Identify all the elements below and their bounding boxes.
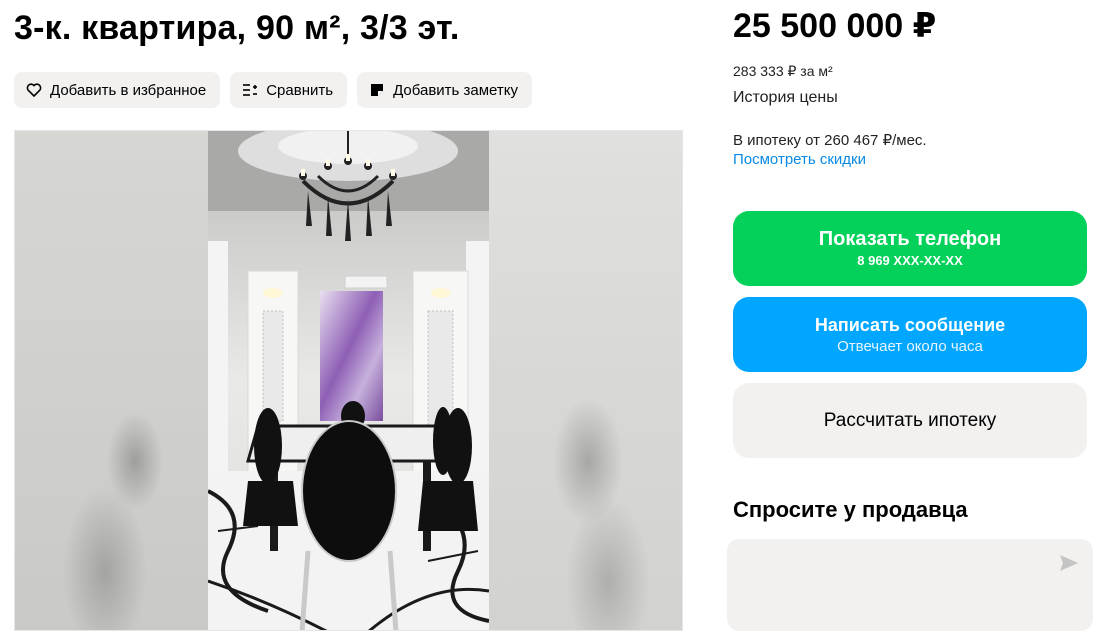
listing-actions: Добавить в избранное Сравнить Добавить з… [14, 72, 532, 108]
response-time: Отвечает около часа [837, 338, 983, 355]
show-phone-button[interactable]: Показать телефон 8 969 XXX-XX-XX [733, 211, 1087, 286]
add-to-favorites-button[interactable]: Добавить в избранное [14, 72, 221, 108]
calculate-mortgage-label: Рассчитать ипотеку [823, 409, 997, 431]
write-message-label: Написать сообщение [814, 315, 1006, 335]
photo-blur-left [15, 131, 208, 630]
dining-room-photo-image [208, 131, 489, 630]
mortgage-info: В ипотеку от 260 467 ₽/мес. [733, 132, 927, 149]
price-per-m2: 283 333 ₽ за м² [733, 63, 833, 79]
add-note-button[interactable]: Добавить заметку [357, 72, 532, 108]
compare-label: Сравнить [266, 81, 334, 99]
send-icon[interactable] [1059, 554, 1079, 572]
view-discounts-link[interactable]: Посмотреть скидки [733, 151, 866, 168]
price-history-link[interactable]: История цены [733, 89, 838, 107]
note-icon [371, 84, 384, 96]
show-phone-label: Показать телефон [818, 228, 1002, 250]
note-label: Добавить заметку [393, 81, 518, 99]
favorites-label: Добавить в избранное [50, 81, 207, 99]
photo-gallery[interactable] [14, 130, 683, 631]
ask-seller-input[interactable] [727, 539, 1093, 631]
compare-icon [243, 84, 258, 96]
write-message-button[interactable]: Написать сообщение Отвечает около часа [733, 297, 1087, 372]
ask-seller-title: Спросите у продавца [733, 497, 968, 522]
heart-icon [26, 83, 42, 97]
listing-title: 3-к. квартира, 90 м², 3/3 эт. [14, 9, 460, 47]
calculate-mortgage-button[interactable]: Рассчитать ипотеку [733, 383, 1087, 458]
phone-number-mask: 8 969 XXX-XX-XX [857, 253, 963, 268]
photo-blur-right [488, 131, 682, 630]
price: 25 500 000 ₽ [733, 7, 937, 45]
main-photo[interactable] [208, 131, 489, 630]
compare-button[interactable]: Сравнить [230, 72, 348, 108]
